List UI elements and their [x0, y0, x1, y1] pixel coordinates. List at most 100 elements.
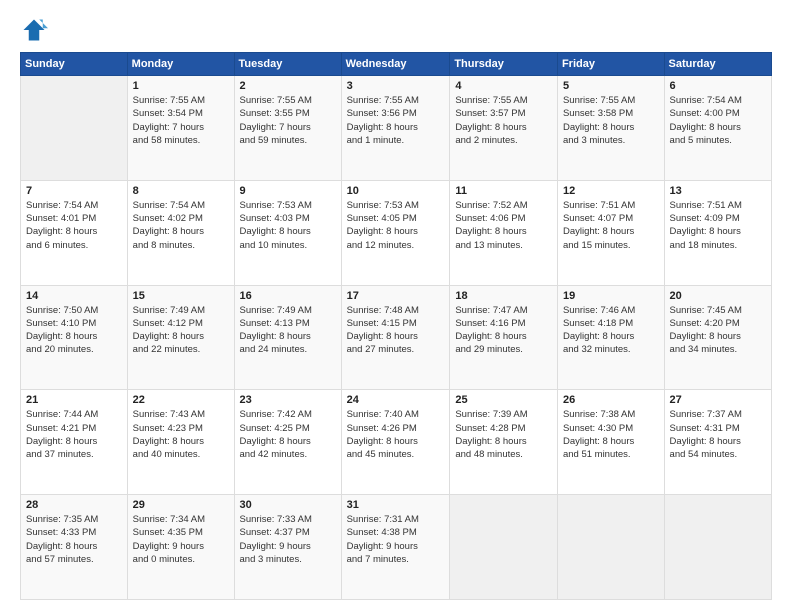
calendar-week-row: 21 Sunrise: 7:44 AM Sunset: 4:21 PM Dayli…	[21, 390, 772, 495]
day-number: 24	[347, 394, 445, 406]
day-info: Sunrise: 7:55 AM Sunset: 3:54 PM Dayligh…	[133, 94, 229, 147]
day-info: Sunrise: 7:43 AM Sunset: 4:23 PM Dayligh…	[133, 408, 229, 461]
day-number: 29	[133, 499, 229, 511]
day-info: Sunrise: 7:35 AM Sunset: 4:33 PM Dayligh…	[26, 513, 122, 566]
day-number: 14	[26, 290, 122, 302]
calendar-week-row: 14 Sunrise: 7:50 AM Sunset: 4:10 PM Dayli…	[21, 285, 772, 390]
day-number: 16	[240, 290, 336, 302]
day-info: Sunrise: 7:51 AM Sunset: 4:07 PM Dayligh…	[563, 199, 659, 252]
day-info: Sunrise: 7:33 AM Sunset: 4:37 PM Dayligh…	[240, 513, 336, 566]
day-info: Sunrise: 7:50 AM Sunset: 4:10 PM Dayligh…	[26, 304, 122, 357]
weekday-header-monday: Monday	[127, 53, 234, 76]
day-number: 26	[563, 394, 659, 406]
calendar-cell: 18Sunrise: 7:47 AM Sunset: 4:16 PM Dayli…	[450, 285, 558, 390]
day-info: Sunrise: 7:55 AM Sunset: 3:57 PM Dayligh…	[455, 94, 552, 147]
calendar-cell: 3 Sunrise: 7:55 AM Sunset: 3:56 PM Daylig…	[341, 76, 450, 181]
calendar-header: SundayMondayTuesdayWednesdayThursdayFrid…	[21, 53, 772, 76]
calendar-cell: 15Sunrise: 7:49 AM Sunset: 4:12 PM Dayli…	[127, 285, 234, 390]
day-info: Sunrise: 7:55 AM Sunset: 3:55 PM Dayligh…	[240, 94, 336, 147]
logo	[20, 16, 52, 44]
calendar-cell: 9 Sunrise: 7:53 AM Sunset: 4:03 PM Daylig…	[234, 180, 341, 285]
calendar-cell: 16 Sunrise: 7:49 AM Sunset: 4:13 PM Dayli…	[234, 285, 341, 390]
day-info: Sunrise: 7:55 AM Sunset: 3:56 PM Dayligh…	[347, 94, 445, 147]
day-info: Sunrise: 7:54 AM Sunset: 4:02 PM Dayligh…	[133, 199, 229, 252]
weekday-header-tuesday: Tuesday	[234, 53, 341, 76]
calendar-cell: 7 Sunrise: 7:54 AM Sunset: 4:01 PM Daylig…	[21, 180, 128, 285]
day-info: Sunrise: 7:53 AM Sunset: 4:03 PM Dayligh…	[240, 199, 336, 252]
weekday-header-friday: Friday	[557, 53, 664, 76]
day-number: 28	[26, 499, 122, 511]
calendar-cell: 11Sunrise: 7:52 AM Sunset: 4:06 PM Dayli…	[450, 180, 558, 285]
day-info: Sunrise: 7:49 AM Sunset: 4:13 PM Dayligh…	[240, 304, 336, 357]
calendar-cell: 14 Sunrise: 7:50 AM Sunset: 4:10 PM Dayli…	[21, 285, 128, 390]
calendar-cell: 19 Sunrise: 7:46 AM Sunset: 4:18 PM Dayli…	[557, 285, 664, 390]
calendar-week-row: 1 Sunrise: 7:55 AM Sunset: 3:54 PM Daylig…	[21, 76, 772, 181]
day-info: Sunrise: 7:48 AM Sunset: 4:15 PM Dayligh…	[347, 304, 445, 357]
day-info: Sunrise: 7:46 AM Sunset: 4:18 PM Dayligh…	[563, 304, 659, 357]
calendar-cell: 2 Sunrise: 7:55 AM Sunset: 3:55 PM Daylig…	[234, 76, 341, 181]
weekday-header-saturday: Saturday	[664, 53, 771, 76]
day-number: 5	[563, 80, 659, 92]
day-number: 1	[133, 80, 229, 92]
calendar-cell	[664, 495, 771, 600]
day-info: Sunrise: 7:39 AM Sunset: 4:28 PM Dayligh…	[455, 408, 552, 461]
day-number: 9	[240, 185, 336, 197]
calendar-cell: 5 Sunrise: 7:55 AM Sunset: 3:58 PM Daylig…	[557, 76, 664, 181]
calendar-cell: 26 Sunrise: 7:38 AM Sunset: 4:30 PM Dayli…	[557, 390, 664, 495]
day-info: Sunrise: 7:38 AM Sunset: 4:30 PM Dayligh…	[563, 408, 659, 461]
day-info: Sunrise: 7:40 AM Sunset: 4:26 PM Dayligh…	[347, 408, 445, 461]
logo-icon	[20, 16, 48, 44]
calendar-cell: 31Sunrise: 7:31 AM Sunset: 4:38 PM Dayli…	[341, 495, 450, 600]
day-number: 19	[563, 290, 659, 302]
day-info: Sunrise: 7:34 AM Sunset: 4:35 PM Dayligh…	[133, 513, 229, 566]
calendar-body: 1 Sunrise: 7:55 AM Sunset: 3:54 PM Daylig…	[21, 76, 772, 600]
calendar-table: SundayMondayTuesdayWednesdayThursdayFrid…	[20, 52, 772, 600]
calendar-cell: 24 Sunrise: 7:40 AM Sunset: 4:26 PM Dayli…	[341, 390, 450, 495]
day-info: Sunrise: 7:55 AM Sunset: 3:58 PM Dayligh…	[563, 94, 659, 147]
calendar-cell: 25 Sunrise: 7:39 AM Sunset: 4:28 PM Dayli…	[450, 390, 558, 495]
day-info: Sunrise: 7:53 AM Sunset: 4:05 PM Dayligh…	[347, 199, 445, 252]
calendar-cell: 23Sunrise: 7:42 AM Sunset: 4:25 PM Dayli…	[234, 390, 341, 495]
calendar-week-row: 7 Sunrise: 7:54 AM Sunset: 4:01 PM Daylig…	[21, 180, 772, 285]
calendar-cell: 1 Sunrise: 7:55 AM Sunset: 3:54 PM Daylig…	[127, 76, 234, 181]
day-number: 31	[347, 499, 445, 511]
day-number: 17	[347, 290, 445, 302]
day-number: 15	[133, 290, 229, 302]
calendar-cell	[450, 495, 558, 600]
day-number: 10	[347, 185, 445, 197]
day-number: 2	[240, 80, 336, 92]
calendar-cell: 4Sunrise: 7:55 AM Sunset: 3:57 PM Daylig…	[450, 76, 558, 181]
calendar-cell: 27Sunrise: 7:37 AM Sunset: 4:31 PM Dayli…	[664, 390, 771, 495]
day-number: 11	[455, 185, 552, 197]
day-number: 12	[563, 185, 659, 197]
day-number: 21	[26, 394, 122, 406]
calendar-cell: 22 Sunrise: 7:43 AM Sunset: 4:23 PM Dayli…	[127, 390, 234, 495]
day-number: 7	[26, 185, 122, 197]
day-info: Sunrise: 7:37 AM Sunset: 4:31 PM Dayligh…	[670, 408, 766, 461]
day-info: Sunrise: 7:54 AM Sunset: 4:00 PM Dayligh…	[670, 94, 766, 147]
day-info: Sunrise: 7:54 AM Sunset: 4:01 PM Dayligh…	[26, 199, 122, 252]
day-number: 20	[670, 290, 766, 302]
calendar-cell: 10 Sunrise: 7:53 AM Sunset: 4:05 PM Dayli…	[341, 180, 450, 285]
calendar-cell	[21, 76, 128, 181]
calendar-cell: 6 Sunrise: 7:54 AM Sunset: 4:00 PM Daylig…	[664, 76, 771, 181]
day-number: 25	[455, 394, 552, 406]
header	[20, 16, 772, 44]
calendar-cell: 17 Sunrise: 7:48 AM Sunset: 4:15 PM Dayli…	[341, 285, 450, 390]
weekday-header-wednesday: Wednesday	[341, 53, 450, 76]
calendar-cell: 13Sunrise: 7:51 AM Sunset: 4:09 PM Dayli…	[664, 180, 771, 285]
day-number: 6	[670, 80, 766, 92]
day-number: 22	[133, 394, 229, 406]
day-info: Sunrise: 7:51 AM Sunset: 4:09 PM Dayligh…	[670, 199, 766, 252]
calendar-cell: 30 Sunrise: 7:33 AM Sunset: 4:37 PM Dayli…	[234, 495, 341, 600]
calendar-cell: 28 Sunrise: 7:35 AM Sunset: 4:33 PM Dayli…	[21, 495, 128, 600]
day-info: Sunrise: 7:45 AM Sunset: 4:20 PM Dayligh…	[670, 304, 766, 357]
day-number: 30	[240, 499, 336, 511]
day-number: 23	[240, 394, 336, 406]
day-number: 3	[347, 80, 445, 92]
page: SundayMondayTuesdayWednesdayThursdayFrid…	[0, 0, 792, 612]
weekday-header-row: SundayMondayTuesdayWednesdayThursdayFrid…	[21, 53, 772, 76]
day-info: Sunrise: 7:44 AM Sunset: 4:21 PM Dayligh…	[26, 408, 122, 461]
calendar-cell	[557, 495, 664, 600]
day-info: Sunrise: 7:47 AM Sunset: 4:16 PM Dayligh…	[455, 304, 552, 357]
